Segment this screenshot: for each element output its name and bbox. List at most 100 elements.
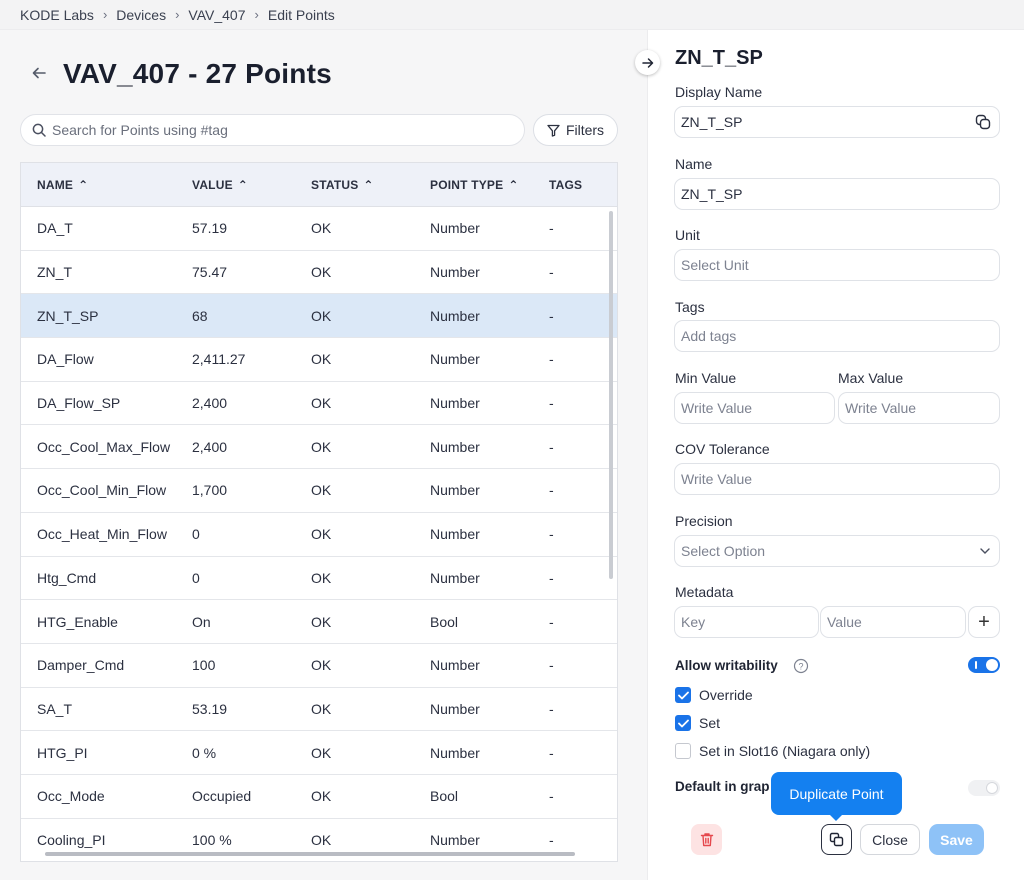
cov-tolerance-field[interactable] [674,463,1000,495]
min-value-input[interactable] [681,400,828,416]
name-value: ZN_T_SP [681,186,743,202]
default-in-graph-toggle[interactable] [968,780,1000,796]
table-row[interactable]: DA_Flow 2,411.27 OK Number - [21,338,617,382]
cell-tags: - [549,569,554,586]
unit-select[interactable] [674,249,1000,281]
horizontal-scrollbar[interactable] [45,852,575,856]
table-row[interactable]: Occ_Cool_Max_Flow 2,400 OK Number - [21,425,617,470]
set-checkbox[interactable] [675,715,691,731]
cell-point-type: Number [430,438,480,455]
table-row[interactable]: DA_Flow_SP 2,400 OK Number - [21,382,617,426]
back-arrow-icon[interactable] [32,66,52,86]
metadata-value-field[interactable] [820,606,966,638]
cell-value: 68 [192,307,208,324]
cell-name: DA_T [37,220,73,237]
name-label: Name [675,156,713,172]
breadcrumb-devices[interactable]: Devices [116,7,166,23]
min-value-label: Min Value [675,370,737,386]
copy-icon[interactable] [975,114,991,130]
column-header-value[interactable]: VALUE ⌃ [192,178,248,192]
cell-point-type: Number [430,569,480,586]
cell-point-type: Number [430,351,480,368]
save-button[interactable]: Save [929,824,984,855]
collapse-panel-button[interactable] [635,50,660,75]
set-in-slot16-checkbox[interactable] [675,743,691,759]
cell-status: OK [311,744,332,761]
search-input[interactable] [52,122,492,138]
cell-name: Cooling_PI [37,831,106,848]
column-header-status[interactable]: STATUS ⌃ [311,178,374,192]
add-metadata-button[interactable]: + [968,606,1000,638]
name-field[interactable]: ZN_T_SP [674,178,1000,210]
check-icon [677,691,689,699]
set-label: Set [699,715,721,731]
cell-name: Occ_Cool_Max_Flow [37,438,171,455]
cell-tags: - [549,438,554,455]
cell-point-type: Bool [430,788,459,805]
table-row[interactable]: Occ_Cool_Min_Flow 1,700 OK Number - [21,469,617,513]
cell-value: 75.47 [192,264,228,281]
cell-tags: - [549,395,554,412]
column-header-tags: TAGS [549,177,583,192]
table-row[interactable]: ZN_T_SP 68 OK Number - [21,294,617,339]
table-row[interactable]: Damper_Cmd 100 OK Number - [21,644,617,688]
check-icon [677,719,689,727]
cell-point-type: Number [430,307,480,324]
table-row[interactable]: HTG_Enable On OK Bool - [21,600,617,644]
table-row[interactable]: Htg_Cmd 0 OK Number - [21,557,617,601]
override-checkbox[interactable] [675,687,691,703]
metadata-key-field[interactable] [674,606,819,638]
sort-icon: ⌃ [363,177,374,192]
table-row[interactable]: SA_T 53.19 OK Number - [21,688,617,732]
cell-name: DA_Flow_SP [37,395,121,412]
cell-name: ZN_T_SP [37,307,99,324]
delete-button[interactable] [691,824,722,855]
max-value-input[interactable] [845,400,993,416]
tags-input[interactable] [681,328,993,344]
vertical-scrollbar[interactable] [609,211,613,579]
allow-writability-toggle[interactable] [968,657,1000,673]
cell-tags: - [549,482,554,499]
help-icon[interactable]: ? [793,658,809,674]
cell-value: 0 [192,526,200,543]
column-header-name[interactable]: NAME ⌃ [37,178,88,192]
cell-value: 2,400 [192,438,228,455]
precision-select[interactable]: Select Option [674,535,1000,567]
page-title: VAV_407 - 27 Points [63,58,332,89]
cell-value: 1,700 [192,482,228,499]
cell-value: 100 % [192,831,232,848]
table-row[interactable]: Occ_Heat_Min_Flow 0 OK Number - [21,513,617,557]
filters-button[interactable]: Filters [533,114,618,146]
table-row[interactable]: HTG_PI 0 % OK Number - [21,731,617,775]
min-value-field[interactable] [674,392,835,424]
svg-text:?: ? [798,662,803,672]
cell-name: Occ_Mode [37,788,105,805]
breadcrumb: KODE Labs › Devices › VAV_407 › Edit Poi… [0,0,1024,30]
cell-value: 0 [192,569,200,586]
tags-field[interactable] [674,320,1000,352]
search-bar[interactable] [20,114,525,146]
unit-input[interactable] [681,257,993,273]
duplicate-point-button[interactable] [821,824,852,855]
max-value-field[interactable] [838,392,1000,424]
close-button[interactable]: Close [860,824,920,855]
table-row[interactable]: Occ_Mode Occupied OK Bool - [21,775,617,819]
cell-tags: - [549,526,554,543]
metadata-key-input[interactable] [681,614,812,630]
breadcrumb-device[interactable]: VAV_407 [188,7,245,23]
cell-status: OK [311,788,332,805]
metadata-value-input[interactable] [827,614,959,630]
cell-name: SA_T [37,700,73,717]
table-row[interactable]: DA_T 57.19 OK Number - [21,207,617,251]
cell-value: Occupied [192,788,252,805]
chevron-right-icon: › [102,7,108,22]
display-name-field[interactable]: ZN_T_SP [674,106,1000,138]
cell-point-type: Number [430,220,480,237]
arrow-right-icon [641,57,653,68]
default-in-graph-label: Default in grap [675,779,770,794]
cov-tolerance-input[interactable] [681,471,993,487]
cell-point-type: Number [430,657,480,674]
table-row[interactable]: ZN_T 75.47 OK Number - [21,251,617,295]
column-header-point-type[interactable]: POINT TYPE ⌃ [430,178,519,192]
breadcrumb-kode-labs[interactable]: KODE Labs [20,7,94,23]
